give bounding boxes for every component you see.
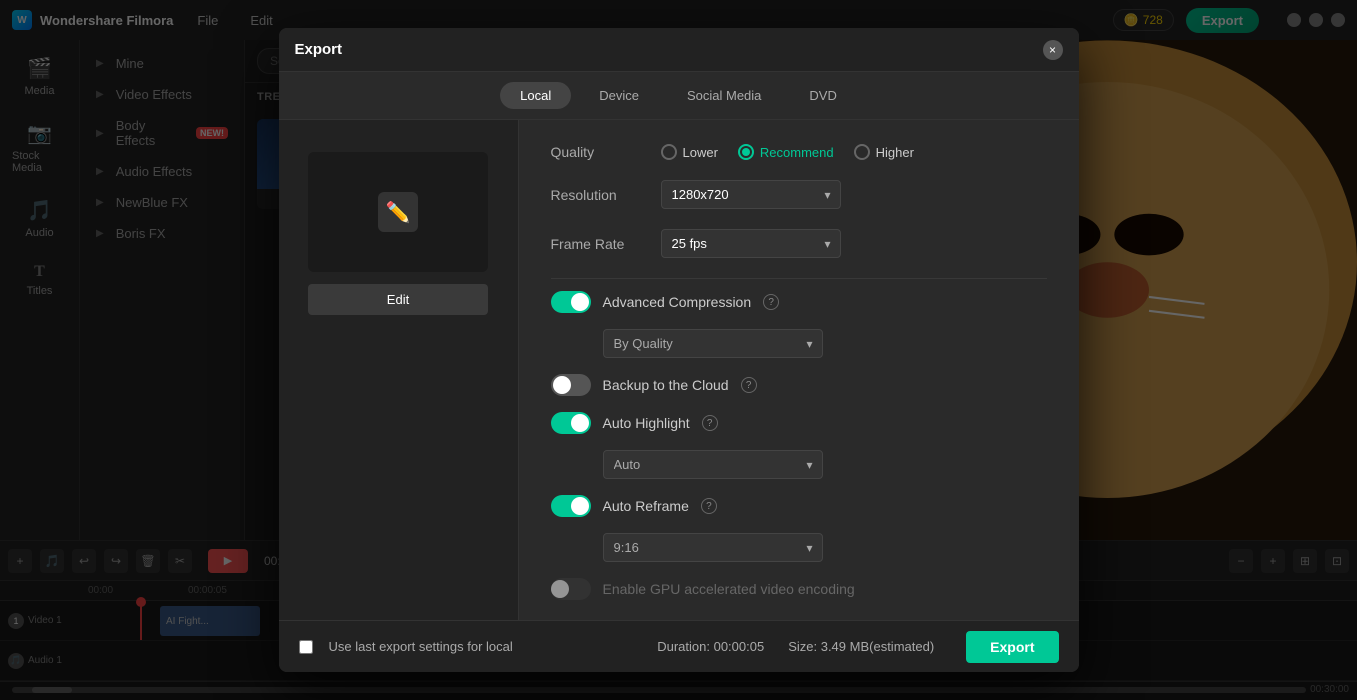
- tab-device[interactable]: Device: [579, 82, 659, 109]
- quality-lower-label: Lower: [683, 145, 718, 160]
- dialog-close-button[interactable]: ×: [1043, 40, 1063, 60]
- resolution-select[interactable]: 1280x720 1920x1080 3840x2160: [661, 180, 841, 209]
- tab-dvd[interactable]: DVD: [789, 82, 856, 109]
- quality-lower-radio[interactable]: [661, 144, 677, 160]
- auto-reframe-value-row: 16:9 1:1 4:5 9:16: [551, 533, 1047, 562]
- tab-bar: Local Device Social Media DVD: [279, 72, 1079, 120]
- auto-highlight-select[interactable]: Auto Manual: [603, 450, 823, 479]
- auto-highlight-toggle[interactable]: [551, 412, 591, 434]
- resolution-label: Resolution: [551, 187, 661, 203]
- dialog-body: ✏️ Edit Quality Lower: [279, 120, 1079, 620]
- tab-social-media[interactable]: Social Media: [667, 82, 781, 109]
- quality-higher-radio[interactable]: [854, 144, 870, 160]
- duration-label: Duration:: [657, 639, 713, 654]
- quality-recommend-radio[interactable]: [738, 144, 754, 160]
- auto-reframe-knob: [571, 497, 589, 515]
- auto-reframe-label: Auto Reframe: [603, 498, 689, 514]
- quality-recommend-label: Recommend: [760, 145, 834, 160]
- auto-highlight-select-wrapper: Auto Manual: [603, 450, 823, 479]
- advanced-compression-help[interactable]: ?: [763, 294, 779, 310]
- by-quality-select-wrapper: By Quality By Bitrate: [603, 329, 823, 358]
- resolution-select-wrapper: 1280x720 1920x1080 3840x2160: [661, 180, 841, 209]
- dialog-footer: Use last export settings for local Durat…: [279, 620, 1079, 672]
- auto-reframe-select[interactable]: 16:9 1:1 4:5 9:16: [603, 533, 823, 562]
- tab-local[interactable]: Local: [500, 82, 571, 109]
- export-action-button[interactable]: Export: [966, 631, 1058, 663]
- duration-info: Duration: 00:00:05: [657, 639, 764, 654]
- gpu-label: Enable GPU accelerated video encoding: [603, 581, 855, 597]
- thumbnail-area: ✏️: [308, 152, 488, 272]
- app-window: W Wondershare Filmora File Edit 🪙 728 Ex…: [0, 0, 1357, 700]
- footer-info: Duration: 00:00:05 Size: 3.49 MB(estimat…: [657, 639, 934, 654]
- dialog-left-panel: ✏️ Edit: [279, 120, 519, 620]
- quality-lower-option[interactable]: Lower: [661, 144, 718, 160]
- auto-highlight-help[interactable]: ?: [702, 415, 718, 431]
- gpu-toggle[interactable]: [551, 578, 591, 600]
- frame-rate-select[interactable]: 24 fps 25 fps 30 fps 60 fps: [661, 229, 841, 258]
- auto-highlight-knob: [571, 414, 589, 432]
- frame-rate-label: Frame Rate: [551, 236, 661, 252]
- quality-higher-label: Higher: [876, 145, 914, 160]
- quality-radio-group: Lower Recommend Higher: [661, 144, 914, 160]
- use-last-settings-checkbox[interactable]: [299, 640, 313, 654]
- advanced-compression-row: Advanced Compression ?: [551, 291, 1047, 313]
- quality-higher-option[interactable]: Higher: [854, 144, 914, 160]
- auto-highlight-value-row: Auto Manual: [551, 450, 1047, 479]
- settings-divider-1: [551, 278, 1047, 279]
- auto-reframe-select-wrapper: 16:9 1:1 4:5 9:16: [603, 533, 823, 562]
- duration-value: 00:00:05: [714, 639, 765, 654]
- dialog-title: Export: [295, 41, 343, 58]
- backup-cloud-label: Backup to the Cloud: [603, 377, 729, 393]
- advanced-compression-toggle[interactable]: [551, 291, 591, 313]
- gpu-knob: [551, 580, 569, 598]
- auto-highlight-row: Auto Highlight ?: [551, 412, 1047, 434]
- auto-reframe-toggle[interactable]: [551, 495, 591, 517]
- quality-recommend-dot: [742, 148, 750, 156]
- backup-cloud-knob: [553, 376, 571, 394]
- dialog-header: Export ×: [279, 28, 1079, 72]
- by-quality-select[interactable]: By Quality By Bitrate: [603, 329, 823, 358]
- size-info: Size: 3.49 MB(estimated): [788, 639, 934, 654]
- backup-cloud-toggle[interactable]: [551, 374, 591, 396]
- frame-rate-select-wrapper: 24 fps 25 fps 30 fps 60 fps: [661, 229, 841, 258]
- modal-overlay: Export × Local Device Social Media DVD: [0, 0, 1357, 700]
- advanced-compression-label: Advanced Compression: [603, 294, 752, 310]
- edit-button[interactable]: Edit: [308, 284, 488, 315]
- resolution-row: Resolution 1280x720 1920x1080 3840x2160: [551, 180, 1047, 209]
- backup-cloud-help[interactable]: ?: [741, 377, 757, 393]
- quality-label: Quality: [551, 144, 661, 160]
- thumbnail-icon: ✏️: [378, 192, 418, 232]
- dialog-right-panel: Quality Lower Recommend: [519, 120, 1079, 620]
- auto-highlight-label: Auto Highlight: [603, 415, 690, 431]
- auto-reframe-row: Auto Reframe ?: [551, 495, 1047, 517]
- auto-reframe-help[interactable]: ?: [701, 498, 717, 514]
- use-last-settings-label: Use last export settings for local: [329, 639, 513, 654]
- export-dialog: Export × Local Device Social Media DVD: [279, 28, 1079, 672]
- backup-cloud-row: Backup to the Cloud ?: [551, 374, 1047, 396]
- quality-recommend-option[interactable]: Recommend: [738, 144, 834, 160]
- quality-row: Quality Lower Recommend: [551, 144, 1047, 160]
- advanced-compression-knob: [571, 293, 589, 311]
- frame-rate-row: Frame Rate 24 fps 25 fps 30 fps 60 fps: [551, 229, 1047, 258]
- gpu-row: Enable GPU accelerated video encoding: [551, 578, 1047, 600]
- by-quality-row: By Quality By Bitrate: [551, 329, 1047, 358]
